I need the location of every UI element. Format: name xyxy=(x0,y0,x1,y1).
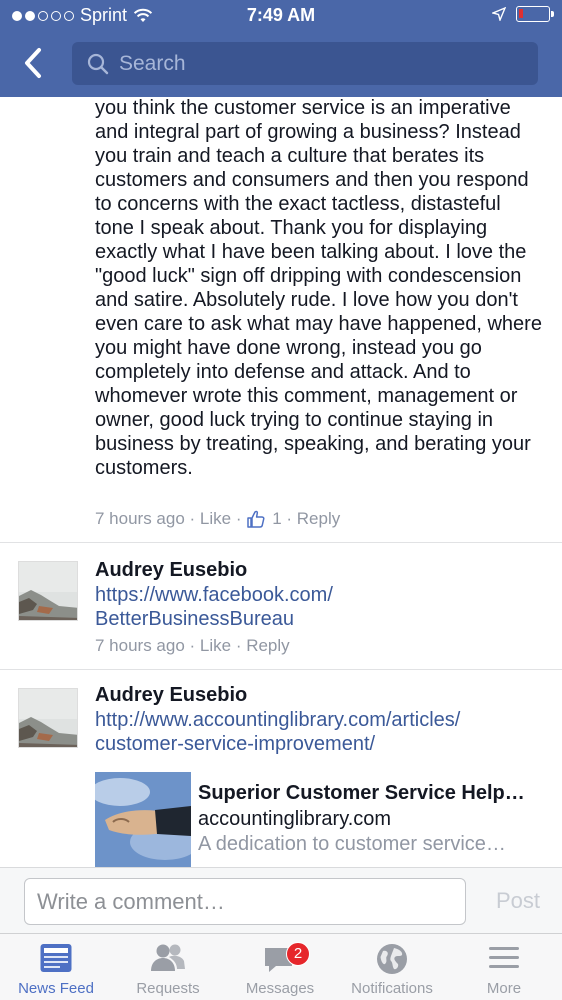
avatar[interactable] xyxy=(18,561,78,621)
avatar-photo xyxy=(19,689,77,747)
comment-composer: Write a comment… Post xyxy=(0,867,562,933)
comment-text: you think the customer service is an imp… xyxy=(95,97,542,479)
comment-author[interactable]: Audrey Eusebio xyxy=(95,559,247,582)
link-preview-thumbnail xyxy=(95,772,191,867)
tab-label: Notifications xyxy=(351,980,433,997)
status-right xyxy=(492,6,554,22)
like-count: 1 xyxy=(272,509,282,528)
like-button[interactable]: Like xyxy=(200,636,231,656)
tab-label: News Feed xyxy=(18,980,94,997)
comment-timestamp: 7 hours ago xyxy=(95,636,185,655)
search-placeholder: Search xyxy=(119,51,186,75)
link-preview-domain: accountinglibrary.com xyxy=(198,808,392,830)
link-preview-card[interactable]: Superior Customer Service Help… accounti… xyxy=(95,772,540,867)
link-preview-description: A dedication to customer service… xyxy=(198,833,506,855)
battery-icon xyxy=(516,6,554,22)
status-time: 7:49 AM xyxy=(246,5,316,25)
comment-meta: 7 hours ago · Like · 1 · Reply xyxy=(95,509,341,529)
comment-meta: 7 hours ago · Like · Reply xyxy=(95,636,290,656)
thumbs-up-icon xyxy=(247,510,265,528)
comment-input[interactable]: Write a comment… xyxy=(24,878,466,925)
like-button[interactable]: Like xyxy=(200,509,231,529)
tab-news-feed[interactable]: News Feed xyxy=(0,934,112,1000)
search-input[interactable]: Search xyxy=(72,42,538,85)
top-bar: Sprint 7:49 AM Search xyxy=(0,0,562,97)
status-bar: Sprint 7:49 AM xyxy=(0,0,562,32)
comments-list[interactable]: you think the customer service is an imp… xyxy=(0,97,562,867)
chevron-left-icon xyxy=(25,48,41,78)
handshake-image xyxy=(95,772,191,867)
tab-more[interactable]: More xyxy=(448,934,560,1000)
tab-label: More xyxy=(486,980,522,997)
avatar[interactable] xyxy=(18,688,78,748)
location-arrow-icon xyxy=(492,7,506,21)
reply-button[interactable]: Reply xyxy=(246,636,289,656)
search-icon xyxy=(87,53,109,74)
comment-link-line-1[interactable]: http://www.accountinglibrary.com/article… xyxy=(95,708,460,732)
comment: you think the customer service is an imp… xyxy=(0,97,562,542)
tab-notifications[interactable]: Notifications xyxy=(336,934,448,1000)
news-feed-icon xyxy=(40,944,72,972)
messages-badge: 2 xyxy=(286,942,310,966)
tab-label: Messages xyxy=(245,980,315,997)
avatar-photo xyxy=(19,562,77,620)
friend-requests-icon xyxy=(151,944,185,971)
globe-icon xyxy=(377,944,407,974)
tab-bar: News Feed Requests 2 Messages Notificati… xyxy=(0,933,562,1000)
comment-author[interactable]: Audrey Eusebio xyxy=(95,684,247,707)
link-preview-title: Superior Customer Service Help… xyxy=(198,782,525,804)
comment-link-line-2[interactable]: BetterBusinessBureau xyxy=(95,607,294,631)
back-button[interactable] xyxy=(20,45,48,81)
tab-requests[interactable]: Requests xyxy=(112,934,224,1000)
post-button[interactable]: Post xyxy=(496,888,540,914)
reply-button[interactable]: Reply xyxy=(297,509,340,529)
tab-label: Requests xyxy=(136,980,200,997)
comment: Audrey Eusebio https://www.facebook.com/… xyxy=(0,543,562,669)
comment-link-line-2[interactable]: customer-service-improvement/ xyxy=(95,732,375,756)
tab-messages[interactable]: 2 Messages xyxy=(224,934,336,1000)
hamburger-menu-icon xyxy=(489,947,519,968)
comment-timestamp: 7 hours ago xyxy=(95,509,185,528)
comment-link-line-1[interactable]: https://www.facebook.com/ xyxy=(95,583,333,607)
